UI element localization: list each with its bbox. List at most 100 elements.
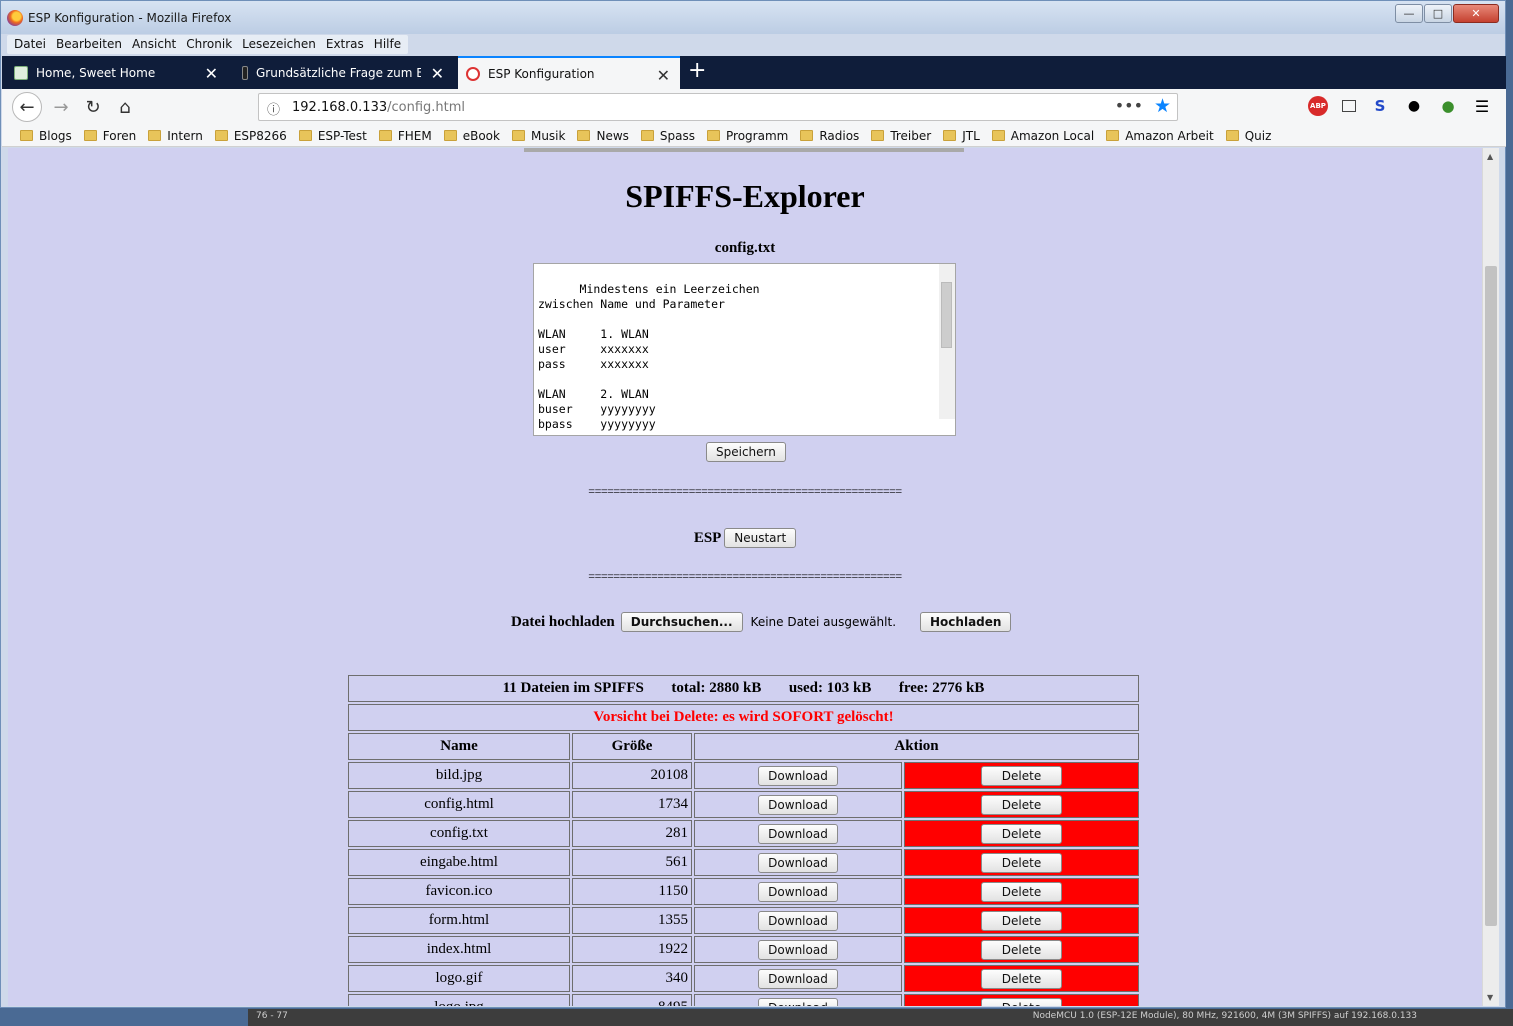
delete-button[interactable]: Delete bbox=[980, 823, 1063, 844]
delete-button[interactable]: Delete bbox=[980, 852, 1063, 873]
esp-label: ESP bbox=[693, 530, 721, 546]
textarea-scrollbar-thumb[interactable] bbox=[941, 282, 952, 348]
menu-chronik[interactable]: Chronik bbox=[181, 35, 237, 54]
download-button[interactable]: Download bbox=[758, 881, 838, 902]
menu-extras[interactable]: Extras bbox=[321, 35, 369, 54]
file-size: 20108 bbox=[572, 762, 692, 789]
url-host: 192.168.0.133 bbox=[292, 100, 388, 115]
config-textarea[interactable]: Mindestens ein Leerzeichen zwischen Name… bbox=[533, 263, 956, 436]
delete-warning: Vorsicht bei Delete: es wird SOFORT gelö… bbox=[348, 704, 1139, 731]
folder-icon bbox=[991, 130, 1005, 141]
bookmark-item[interactable]: Treiber bbox=[871, 125, 931, 146]
bookmark-item[interactable]: Radios bbox=[800, 125, 859, 146]
bookmark-item[interactable]: JTL bbox=[943, 125, 980, 146]
bookmark-item[interactable]: eBook bbox=[443, 125, 500, 146]
download-button[interactable]: Download bbox=[758, 794, 838, 815]
home-icon[interactable]: ⌂ bbox=[112, 95, 138, 119]
download-button[interactable]: Download bbox=[758, 910, 838, 931]
folder-icon bbox=[943, 130, 957, 141]
bookmark-item[interactable]: Programm bbox=[707, 125, 788, 146]
reload-icon[interactable]: ↻ bbox=[80, 95, 106, 119]
file-size: 1355 bbox=[572, 907, 692, 934]
adblock-icon[interactable]: ABP bbox=[1308, 96, 1328, 116]
bookmarks-bar: Blogs Foren Intern ESP8266 ESP-Test FHEM… bbox=[2, 125, 1506, 147]
download-button[interactable]: Download bbox=[758, 823, 838, 844]
url-bar[interactable]: ⓘ 192.168.0.133/config.html ••• ★ bbox=[258, 93, 1178, 121]
delete-button[interactable]: Delete bbox=[980, 968, 1063, 989]
menu-ansicht[interactable]: Ansicht bbox=[127, 35, 181, 54]
close-tab-icon[interactable]: ✕ bbox=[431, 64, 444, 83]
info-icon[interactable]: ⓘ bbox=[267, 99, 280, 118]
forward-arrow-icon[interactable]: → bbox=[48, 95, 74, 119]
bookmark-item[interactable]: Spass bbox=[640, 125, 695, 146]
delete-button[interactable]: Delete bbox=[980, 910, 1063, 931]
tab-forum[interactable]: Grundsätzliche Frage zum ESP8 ✕ bbox=[234, 56, 454, 89]
delete-button[interactable]: Delete bbox=[980, 881, 1063, 902]
browse-button[interactable]: Durchsuchen... bbox=[620, 612, 743, 632]
minimize-button[interactable]: — bbox=[1395, 4, 1423, 23]
download-button[interactable]: Download bbox=[758, 765, 838, 786]
tab-home[interactable]: Home, Sweet Home ✕ bbox=[6, 56, 228, 89]
glasses-extension-icon[interactable]: ● bbox=[1404, 96, 1424, 116]
url-path: /config.html bbox=[387, 100, 466, 115]
page-scrollbar-thumb[interactable] bbox=[1485, 266, 1497, 926]
close-tab-icon[interactable]: ✕ bbox=[205, 64, 218, 83]
maximize-button[interactable]: □ bbox=[1424, 4, 1452, 23]
download-button[interactable]: Download bbox=[758, 997, 838, 1006]
bookmark-star-icon[interactable]: ★ bbox=[1154, 95, 1171, 117]
bookmark-item[interactable]: Foren bbox=[83, 125, 136, 146]
bookmark-item[interactable]: Blogs bbox=[20, 125, 72, 146]
file-size: 8495 bbox=[572, 994, 692, 1006]
bookmark-item[interactable]: ESP8266 bbox=[214, 125, 287, 146]
esp-favicon-icon bbox=[466, 66, 480, 81]
page-scrollbar[interactable]: ▲ ▼ bbox=[1482, 148, 1499, 1006]
tab-esp-konfiguration[interactable]: ESP Konfiguration ✕ bbox=[458, 56, 680, 89]
bookmark-item[interactable]: Intern bbox=[148, 125, 203, 146]
window-title: ESP Konfiguration - Mozilla Firefox bbox=[28, 11, 232, 25]
update-extension-icon[interactable]: ● bbox=[1438, 96, 1458, 116]
folder-icon bbox=[148, 130, 162, 141]
table-row: config.html 1734 Download Delete bbox=[348, 791, 1139, 818]
column-header-action: Aktion bbox=[694, 733, 1139, 760]
textarea-scrollbar[interactable] bbox=[939, 264, 955, 419]
file-name: config.html bbox=[348, 791, 570, 818]
page-title: SPIFFS-Explorer bbox=[625, 178, 865, 214]
menu-hilfe[interactable]: Hilfe bbox=[369, 35, 406, 54]
no-file-text: Keine Datei ausgewählt. bbox=[750, 615, 897, 629]
close-window-button[interactable]: ✕ bbox=[1453, 4, 1499, 23]
file-size: 340 bbox=[572, 965, 692, 992]
bookmark-item[interactable]: FHEM bbox=[378, 125, 432, 146]
bookmark-item[interactable]: Amazon Local bbox=[991, 125, 1094, 146]
table-row: bild.jpg 20108 Download Delete bbox=[348, 762, 1139, 789]
delete-button[interactable]: Delete bbox=[980, 997, 1063, 1006]
delete-button[interactable]: Delete bbox=[980, 939, 1063, 960]
save-button[interactable]: Speichern bbox=[706, 442, 786, 462]
scroll-down-icon[interactable]: ▼ bbox=[1487, 993, 1493, 1002]
bookmark-item[interactable]: Quiz bbox=[1225, 125, 1271, 146]
page-actions-icon[interactable]: ••• bbox=[1115, 96, 1143, 115]
hamburger-menu-icon[interactable]: ☰ bbox=[1472, 96, 1492, 116]
upload-button[interactable]: Hochladen bbox=[920, 612, 1012, 632]
restart-button[interactable]: Neustart bbox=[724, 528, 797, 548]
menu-lesezeichen[interactable]: Lesezeichen bbox=[237, 35, 321, 54]
file-size: 1922 bbox=[572, 936, 692, 963]
delete-button[interactable]: Delete bbox=[980, 794, 1063, 815]
delete-button[interactable]: Delete bbox=[980, 765, 1063, 786]
menu-datei[interactable]: Datei bbox=[9, 35, 51, 54]
bookmark-item[interactable]: Musik bbox=[511, 125, 565, 146]
sidebar-icon[interactable] bbox=[1342, 100, 1356, 112]
download-button[interactable]: Download bbox=[758, 852, 838, 873]
download-button[interactable]: Download bbox=[758, 939, 838, 960]
new-tab-plus-icon[interactable]: + bbox=[688, 58, 706, 83]
file-count: 11 Dateien im SPIFFS bbox=[502, 680, 644, 696]
scroll-up-icon[interactable]: ▲ bbox=[1487, 152, 1493, 161]
s-extension-icon[interactable]: S bbox=[1370, 96, 1390, 116]
folder-icon bbox=[640, 130, 654, 141]
menu-bearbeiten[interactable]: Bearbeiten bbox=[51, 35, 127, 54]
close-tab-icon[interactable]: ✕ bbox=[657, 66, 670, 85]
back-arrow-icon[interactable]: ← bbox=[12, 92, 42, 122]
bookmark-item[interactable]: ESP-Test bbox=[298, 125, 367, 146]
bookmark-item[interactable]: Amazon Arbeit bbox=[1106, 125, 1214, 146]
download-button[interactable]: Download bbox=[758, 968, 838, 989]
bookmark-item[interactable]: News bbox=[577, 125, 629, 146]
